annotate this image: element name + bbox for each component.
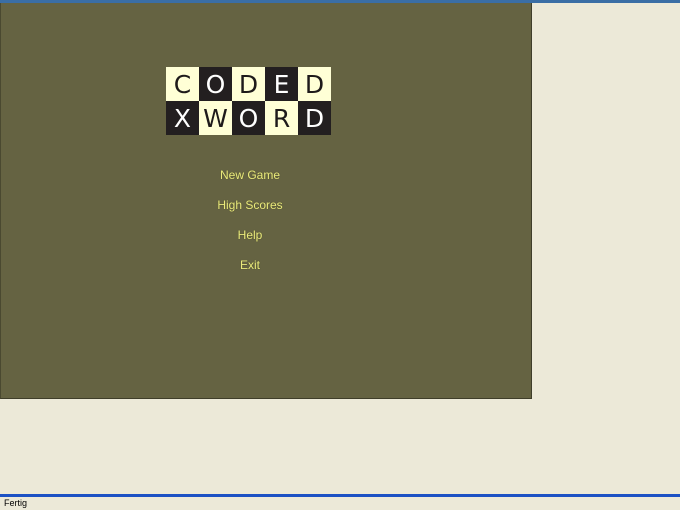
exit-button[interactable]: Exit <box>150 256 350 274</box>
logo-tile: R <box>265 101 298 135</box>
high-scores-button[interactable]: High Scores <box>150 196 350 214</box>
help-button[interactable]: Help <box>150 226 350 244</box>
logo-tile: O <box>199 67 232 101</box>
logo-tile: D <box>298 101 331 135</box>
logo-tile: C <box>166 67 199 101</box>
logo-tile: X <box>166 101 199 135</box>
logo-tile: D <box>298 67 331 101</box>
logo-tile: E <box>265 67 298 101</box>
coded-xword-logo: C O D E D X W O R D <box>166 67 331 135</box>
logo-tile: D <box>232 67 265 101</box>
status-bar: Fertig <box>0 494 680 510</box>
game-canvas[interactable]: C O D E D X W O R D New Game High Scores… <box>0 3 532 399</box>
status-text: Fertig <box>4 498 28 508</box>
logo-tile: W <box>199 101 232 135</box>
main-menu: New Game High Scores Help Exit <box>150 166 350 286</box>
logo-tile: O <box>232 101 265 135</box>
new-game-button[interactable]: New Game <box>150 166 350 184</box>
